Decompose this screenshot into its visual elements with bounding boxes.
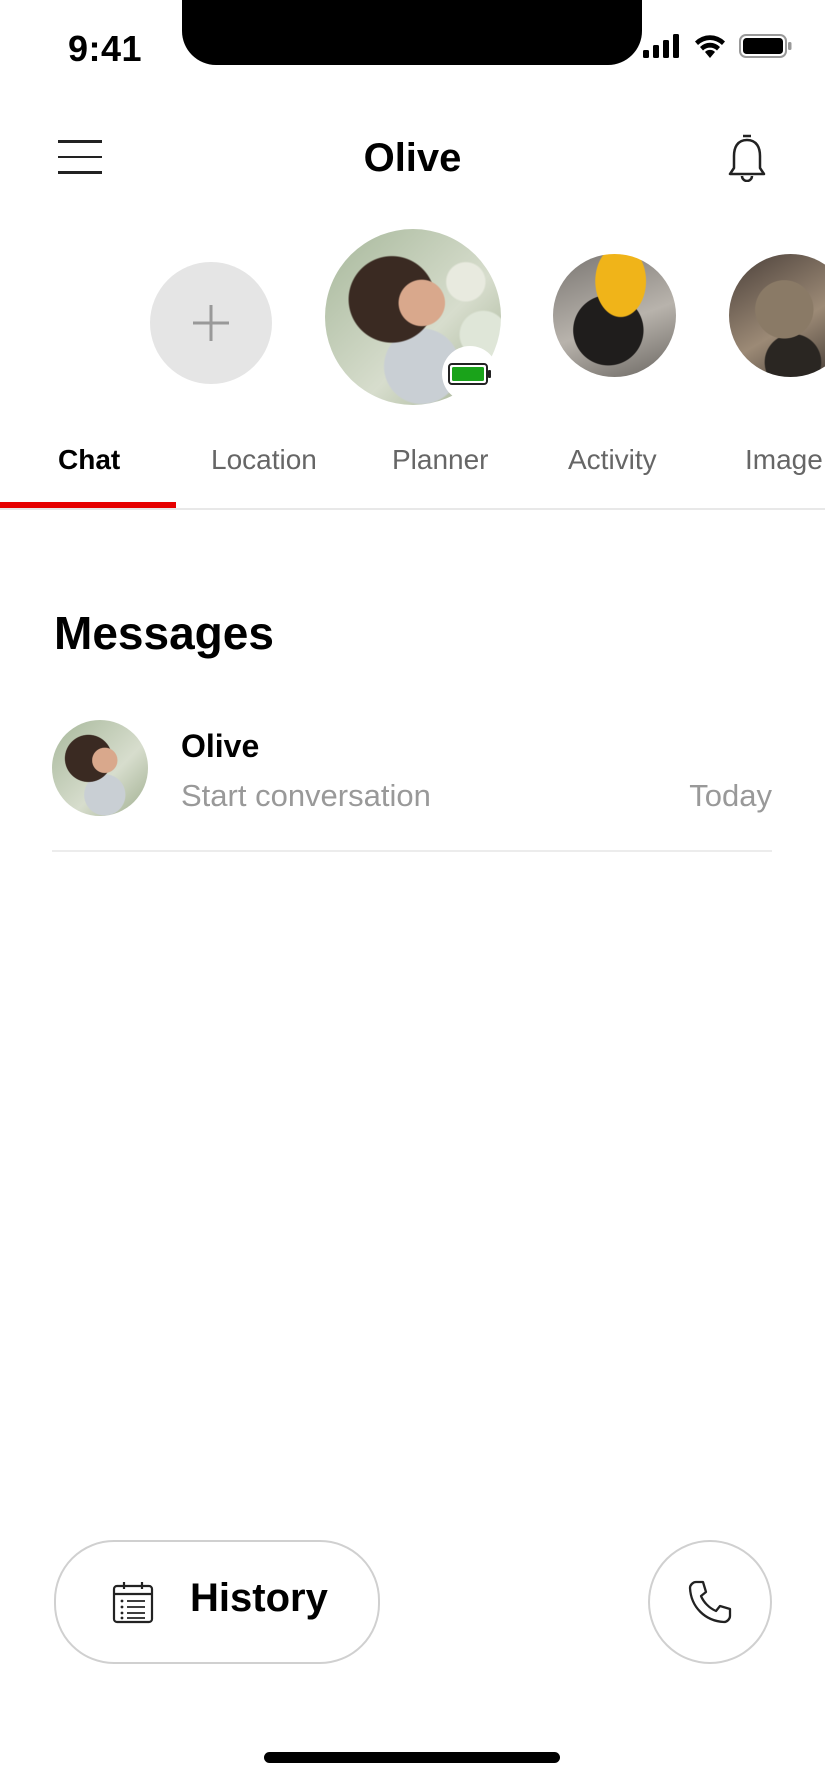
history-label: History [190, 1576, 328, 1620]
tab-bar: Chat Location Planner Activity Image [0, 430, 825, 510]
tab-location[interactable]: Location [211, 444, 317, 476]
message-sender: Olive [181, 728, 260, 764]
tab-planner[interactable]: Planner [392, 444, 489, 476]
call-button[interactable] [648, 1540, 772, 1664]
message-preview: Start conversation [181, 778, 431, 813]
messages-heading: Messages [54, 607, 274, 659]
battery-badge [442, 346, 498, 402]
calendar-list-icon [112, 1582, 154, 1624]
home-indicator [264, 1752, 560, 1763]
device-notch [182, 0, 642, 65]
message-time: Today [689, 778, 772, 813]
battery-full-icon [448, 363, 491, 385]
add-member-button[interactable] [150, 262, 272, 384]
message-row[interactable]: Olive Start conversation Today [52, 718, 772, 852]
status-time: 9:41 [68, 28, 143, 69]
tab-chat[interactable]: Chat [58, 444, 120, 476]
plus-icon [193, 305, 229, 341]
battery-status-icon [739, 34, 792, 58]
tab-image[interactable]: Image [745, 444, 823, 476]
signal-icon [643, 34, 679, 58]
active-tab-indicator [0, 502, 176, 508]
history-button[interactable]: History [54, 1540, 380, 1664]
status-icons [643, 34, 793, 58]
message-avatar [52, 720, 148, 816]
notification-bell-icon[interactable] [725, 134, 769, 183]
avatar-pug[interactable] [553, 254, 676, 377]
phone-icon [688, 1580, 732, 1624]
avatar-cat[interactable] [729, 254, 825, 377]
wifi-icon [695, 35, 725, 58]
page-title: Olive [363, 136, 462, 180]
tab-activity[interactable]: Activity [568, 444, 657, 476]
